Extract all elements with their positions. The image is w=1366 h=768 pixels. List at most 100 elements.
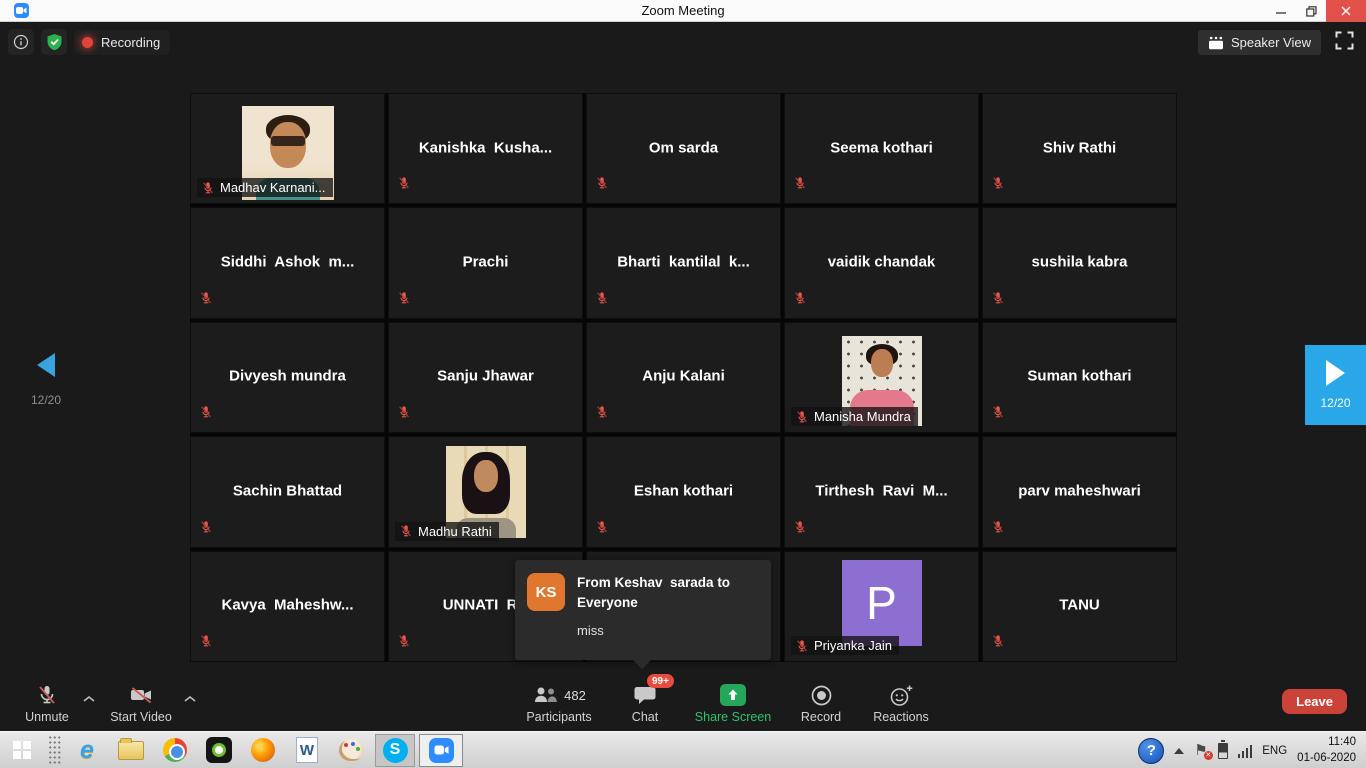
muted-mic-icon <box>399 524 413 538</box>
muted-mic-icon <box>595 176 609 195</box>
muted-mic-icon <box>795 639 809 653</box>
video-options-caret[interactable] <box>183 690 197 708</box>
encryption-shield-icon[interactable] <box>41 29 67 55</box>
audio-options-caret[interactable] <box>82 690 96 708</box>
speaker-view-button[interactable]: Speaker View <box>1198 30 1321 55</box>
participant-tile[interactable]: vaidik chandak <box>784 207 979 318</box>
help-icon[interactable]: ? <box>1138 738 1164 764</box>
network-signal-icon[interactable] <box>1238 743 1253 758</box>
participant-tile[interactable]: Siddhi Ashok m... <box>190 207 385 318</box>
muted-microphone-icon <box>35 683 59 707</box>
skype-taskbar-item[interactable]: S <box>375 734 415 767</box>
meeting-info-icon[interactable] <box>8 29 34 55</box>
participant-tile[interactable]: Suman kothari <box>982 322 1177 433</box>
file-explorer-icon[interactable] <box>114 734 148 767</box>
minimize-button[interactable] <box>1266 0 1296 22</box>
participant-tile[interactable]: Prachi <box>388 207 583 318</box>
participant-name: Sachin Bhattad <box>191 483 384 500</box>
participant-tile[interactable]: Kavya Maheshw... <box>190 551 385 662</box>
internet-explorer-icon[interactable]: e <box>70 734 104 767</box>
muted-mic-icon <box>991 176 1005 195</box>
unmute-button[interactable]: Unmute <box>14 681 80 724</box>
chat-notification-popup[interactable]: KS From Keshav sarada to Everyone miss <box>515 560 771 660</box>
participant-name: TANU <box>983 597 1176 614</box>
next-page-arrow-icon[interactable] <box>1326 360 1345 386</box>
previous-page-control[interactable]: 12/20 <box>16 353 76 407</box>
muted-mic-icon <box>793 176 807 195</box>
muted-mic-icon <box>793 291 807 310</box>
zoom-meeting-window: Zoom Meeting Recording <box>0 0 1366 768</box>
fullscreen-icon[interactable] <box>1335 31 1354 55</box>
muted-mic-icon <box>793 520 807 539</box>
participant-name: vaidik chandak <box>785 254 978 271</box>
participant-tile[interactable]: Seema kothari <box>784 93 979 204</box>
participant-tile[interactable]: sushila kabra <box>982 207 1177 318</box>
taskbar-clock[interactable]: 11:40 01-06-2020 <box>1297 735 1360 766</box>
participant-tile[interactable]: Divyesh mundra <box>190 322 385 433</box>
participant-tile[interactable]: Tirthesh Ravi M... <box>784 436 979 547</box>
firefox-icon[interactable] <box>246 734 280 767</box>
start-video-button[interactable]: Start Video <box>104 681 178 724</box>
muted-mic-icon <box>199 520 213 539</box>
taskbar-grip[interactable] <box>48 735 61 765</box>
start-button[interactable] <box>5 734 39 767</box>
participant-name: Kavya Maheshw... <box>191 597 384 614</box>
participant-tile[interactable]: Manisha Mundra <box>784 322 979 433</box>
participant-tile[interactable]: parv maheshwari <box>982 436 1177 547</box>
chat-button[interactable]: 99+ Chat <box>616 681 674 724</box>
participant-tile[interactable]: TANU <box>982 551 1177 662</box>
participant-tile[interactable]: PPriyanka Jain <box>784 551 979 662</box>
webcam-app-icon[interactable] <box>202 734 236 767</box>
muted-mic-icon <box>199 405 213 424</box>
participant-tile[interactable]: Eshan kothari <box>586 436 781 547</box>
word-icon[interactable]: W <box>290 734 324 767</box>
gallery-grid-icon <box>1208 36 1224 50</box>
record-label: Record <box>801 710 841 724</box>
action-center-flag-icon[interactable]: ⚑✕ <box>1194 743 1207 758</box>
record-button[interactable]: Record <box>789 681 853 724</box>
language-indicator[interactable]: ENG <box>1262 745 1287 757</box>
chat-popup-title: From Keshav sarada to Everyone <box>577 573 759 612</box>
battery-icon[interactable] <box>1218 743 1228 759</box>
muted-mic-icon <box>595 291 609 310</box>
next-page-control[interactable]: 12/20 <box>1305 345 1366 425</box>
participant-name-label: Priyanka Jain <box>791 636 899 655</box>
muted-mic-icon <box>397 176 411 195</box>
muted-mic-icon <box>397 634 411 653</box>
hidden-icons-caret[interactable] <box>1174 748 1184 754</box>
close-button[interactable] <box>1326 0 1366 22</box>
meeting-toolbar: Unmute Start Video 482 Participants <box>0 676 1366 731</box>
participant-tile[interactable]: Madhu Rathi <box>388 436 583 547</box>
share-screen-button[interactable]: Share Screen <box>686 681 780 724</box>
restore-button[interactable] <box>1296 0 1326 22</box>
participants-button[interactable]: 482 Participants <box>512 681 606 724</box>
muted-mic-icon <box>595 405 609 424</box>
meeting-header: Recording Speaker View <box>0 22 1366 66</box>
participant-tile[interactable]: Sachin Bhattad <box>190 436 385 547</box>
participant-name: Shiv Rathi <box>983 139 1176 156</box>
participant-tile[interactable]: Bharti kantilal k... <box>586 207 781 318</box>
reactions-button[interactable]: Reactions <box>859 681 943 724</box>
clock-time: 11:40 <box>1328 736 1356 748</box>
participant-tile[interactable]: Kanishka Kusha... <box>388 93 583 204</box>
participant-tile[interactable]: Madhav Karnani... <box>190 93 385 204</box>
participant-tile[interactable]: Sanju Jhawar <box>388 322 583 433</box>
recording-dot-icon <box>82 37 93 48</box>
previous-page-arrow-icon[interactable] <box>37 353 55 377</box>
muted-mic-icon <box>991 634 1005 653</box>
video-off-camera-icon <box>128 683 155 707</box>
participant-tile[interactable]: Om sarda <box>586 93 781 204</box>
recording-label: Recording <box>101 35 160 50</box>
chrome-icon[interactable] <box>158 734 192 767</box>
muted-mic-icon <box>397 405 411 424</box>
participant-tile[interactable]: Anju Kalani <box>586 322 781 433</box>
chat-sender-avatar: KS <box>527 573 565 611</box>
participant-tile[interactable]: Shiv Rathi <box>982 93 1177 204</box>
avatar-initial: P <box>842 560 922 646</box>
leave-button[interactable]: Leave <box>1282 689 1347 714</box>
muted-mic-icon <box>991 291 1005 310</box>
participants-label: Participants <box>526 710 591 724</box>
zoom-taskbar-item[interactable] <box>419 734 463 767</box>
chat-popup-message: miss <box>577 623 759 638</box>
paint-icon[interactable] <box>334 734 368 767</box>
